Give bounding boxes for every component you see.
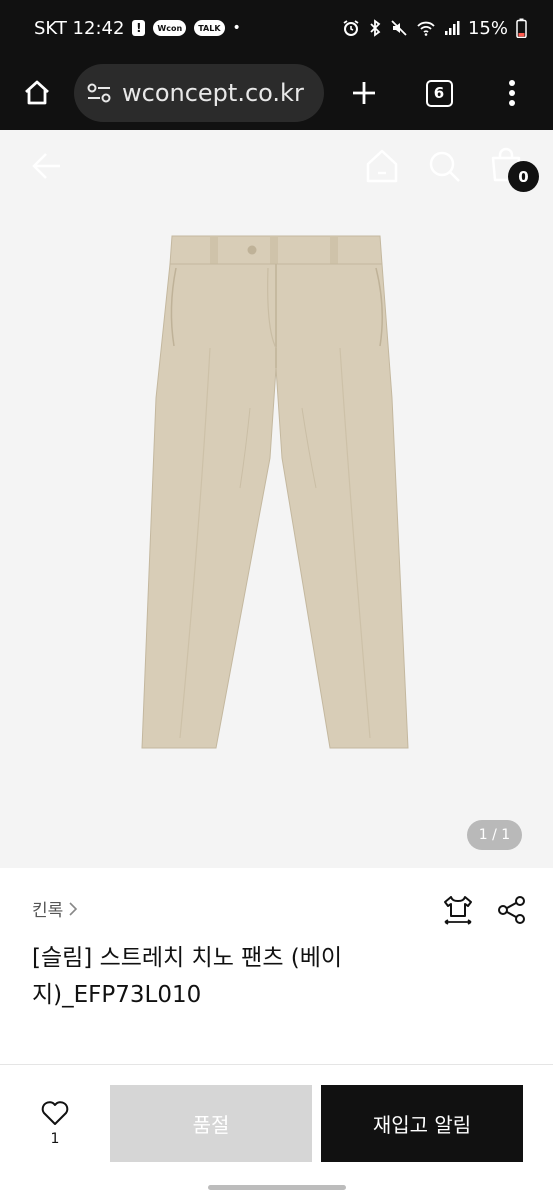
browser-home-button[interactable]	[0, 56, 74, 130]
status-bar: SKT 12:42 ! Wcon TALK • 15%	[0, 0, 553, 56]
home-icon	[25, 80, 49, 105]
gesture-bar	[208, 1185, 346, 1190]
battery-icon	[516, 18, 527, 38]
share-icon[interactable]	[494, 892, 530, 928]
plus-icon	[353, 82, 375, 104]
bluetooth-icon	[370, 19, 381, 37]
search-icon[interactable]	[424, 146, 464, 186]
size-guide-icon[interactable]	[440, 892, 476, 928]
wishlist-button[interactable]: 1	[30, 1099, 80, 1159]
bottom-action-bar: 1 품절 재입고 알림	[0, 1065, 553, 1200]
browser-toolbar: wconcept.co.kr 6	[0, 56, 553, 130]
product-image	[141, 235, 409, 749]
chevron-right-icon	[69, 901, 78, 916]
browser-menu-button[interactable]	[474, 56, 550, 130]
alert-notification-icon: !	[132, 20, 146, 36]
restock-alert-button[interactable]: 재입고 알림	[321, 1085, 523, 1162]
shop-home-icon[interactable]	[362, 146, 402, 186]
more-notifications-dot: •	[232, 20, 241, 36]
mute-icon	[391, 20, 407, 36]
site-settings-icon[interactable]	[86, 82, 112, 104]
battery-percent: 15%	[467, 17, 508, 39]
wconcept-notification-icon: Wcon	[153, 20, 187, 36]
heart-icon	[41, 1101, 69, 1125]
back-arrow-icon[interactable]	[26, 146, 66, 186]
url-text: wconcept.co.kr	[122, 79, 304, 107]
signal-icon	[444, 21, 460, 35]
more-vert-icon	[509, 80, 515, 106]
product-title: [슬림] 스트레치 치노 팬츠 (베이지)_EFP73L010	[32, 945, 343, 1008]
product-tools	[440, 892, 530, 928]
wishlist-count: 1	[50, 1131, 60, 1147]
product-top-nav: 0	[0, 130, 553, 200]
tab-count: 6	[425, 79, 453, 107]
product-gallery[interactable]: 0 1 / 1	[0, 130, 553, 868]
soldout-button[interactable]: 품절	[110, 1085, 312, 1162]
status-right: 15%	[342, 18, 527, 39]
cart-count-badge: 0	[508, 161, 539, 192]
brand-link[interactable]: 킨록	[32, 896, 79, 921]
gallery-page-indicator: 1 / 1	[467, 820, 522, 850]
address-bar[interactable]: wconcept.co.kr	[74, 64, 324, 122]
status-left: SKT 12:42 ! Wcon TALK •	[34, 18, 241, 39]
kakaotalk-notification-icon: TALK	[194, 20, 225, 36]
new-tab-button[interactable]	[324, 56, 404, 130]
alarm-icon	[343, 20, 359, 36]
wifi-icon	[417, 21, 435, 36]
tab-switcher-button[interactable]: 6	[404, 56, 474, 130]
status-time: SKT 12:42	[34, 17, 125, 39]
brand-name: 킨록	[32, 901, 64, 921]
